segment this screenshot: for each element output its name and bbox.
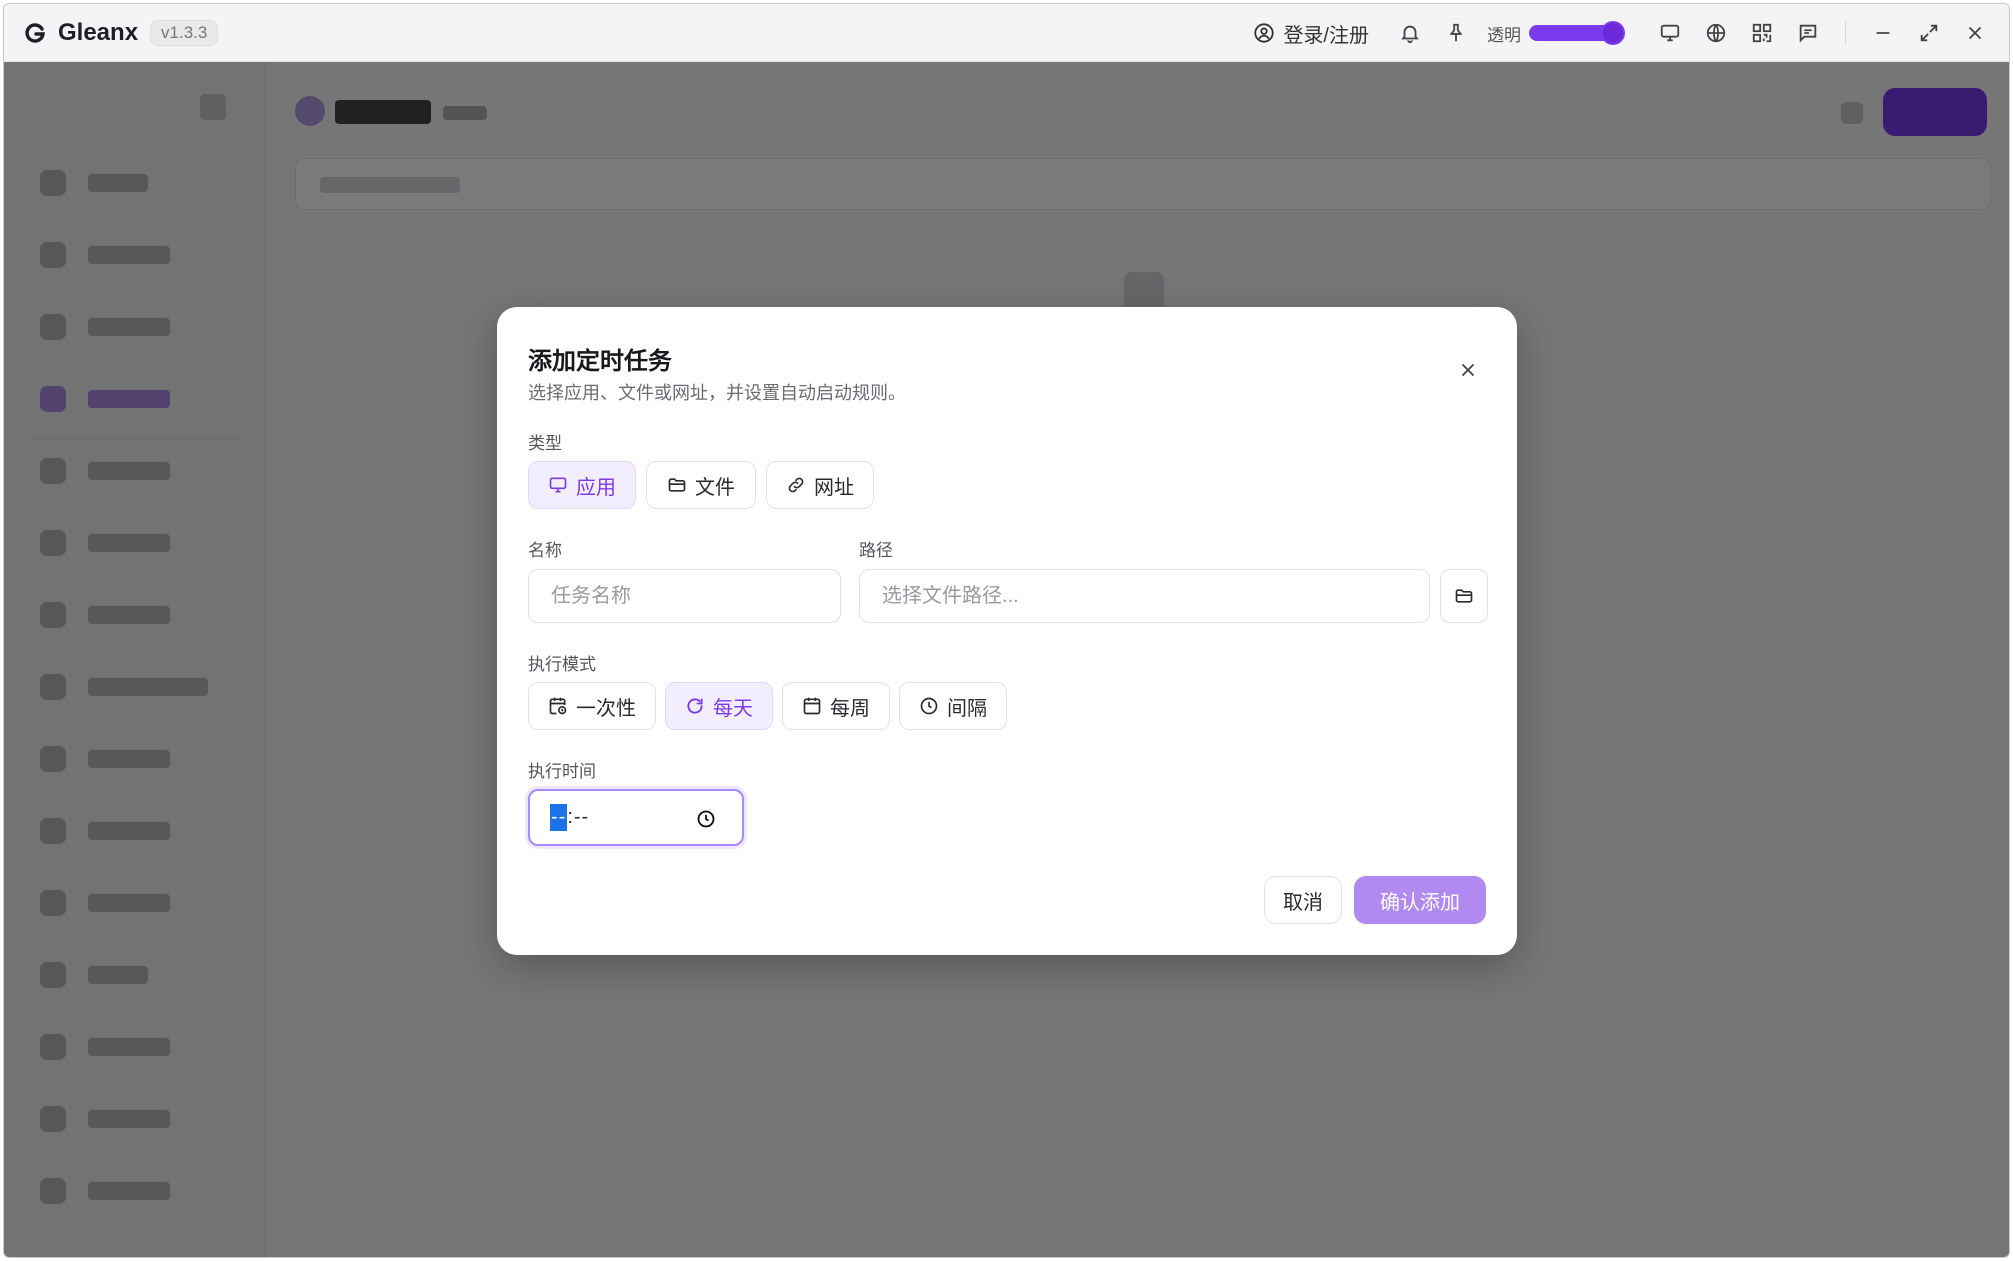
clock-icon: [920, 697, 938, 715]
user-circle-icon: [1254, 23, 1275, 43]
mode-daily-button[interactable]: 每天: [665, 682, 773, 730]
type-file-label: 文件: [695, 476, 735, 499]
confirm-add-button[interactable]: 确认添加: [1354, 876, 1486, 924]
name-label: 名称: [528, 541, 562, 560]
qr-code-icon[interactable]: [1750, 21, 1774, 45]
maximize-icon[interactable]: [1917, 21, 1941, 45]
dialog-description: 选择应用、文件或网址，并设置自动启动规则。: [528, 383, 906, 403]
titlebar-divider: [1845, 21, 1846, 45]
message-icon[interactable]: [1796, 21, 1820, 45]
mode-label: 执行模式: [528, 655, 596, 674]
monitor-icon[interactable]: [1658, 21, 1682, 45]
mode-interval-button[interactable]: 间隔: [899, 682, 1007, 730]
globe-icon[interactable]: [1704, 21, 1728, 45]
monitor-icon: [549, 477, 567, 493]
opacity-label: 透明: [1487, 25, 1521, 45]
folder-open-icon: [1455, 589, 1473, 603]
calendar-icon: [803, 697, 821, 715]
opacity-slider-handle[interactable]: [1601, 21, 1625, 45]
minimize-icon[interactable]: [1871, 21, 1895, 45]
cancel-button[interactable]: 取消: [1264, 876, 1342, 924]
clock-icon[interactable]: [696, 809, 716, 834]
mode-weekly-label: 每周: [830, 697, 870, 720]
execution-time-input[interactable]: -- :--: [528, 789, 744, 846]
login-button[interactable]: 登录/注册: [1253, 19, 1369, 48]
type-app-label: 应用: [576, 476, 616, 499]
task-name-input[interactable]: [551, 584, 840, 608]
add-task-dialog: 添加定时任务 选择应用、文件或网址，并设置自动启动规则。 类型 应用 文件 网址…: [497, 307, 1517, 955]
mode-once-label: 一次性: [576, 697, 636, 720]
type-label: 类型: [528, 434, 562, 453]
folder-icon: [668, 478, 686, 492]
link-icon: [788, 477, 804, 493]
path-label: 路径: [859, 541, 893, 560]
mode-weekly-button[interactable]: 每周: [782, 682, 890, 730]
type-app-button[interactable]: 应用: [528, 461, 636, 509]
path-field[interactable]: [859, 569, 1430, 623]
brand: Gleanx v1.3.3: [22, 18, 219, 47]
refresh-icon: [687, 698, 703, 714]
type-file-button[interactable]: 文件: [646, 461, 756, 509]
mode-once-button[interactable]: 一次性: [528, 682, 656, 730]
bell-icon[interactable]: [1398, 21, 1422, 45]
type-url-label: 网址: [814, 476, 854, 499]
opacity-slider[interactable]: [1529, 21, 1625, 45]
mode-interval-label: 间隔: [947, 697, 987, 720]
title-bar: Gleanx v1.3.3 登录/注册 透明: [4, 4, 2009, 62]
calendar-clock-icon: [549, 697, 567, 715]
close-window-icon[interactable]: [1963, 21, 1987, 45]
dialog-title: 添加定时任务: [528, 348, 672, 375]
type-url-button[interactable]: 网址: [766, 461, 874, 509]
mode-daily-label: 每天: [713, 697, 753, 720]
titlebar-actions: 登录/注册 透明: [1253, 4, 2009, 62]
browse-path-button[interactable]: [1440, 569, 1488, 623]
path-input[interactable]: [882, 584, 1429, 608]
login-label: 登录/注册: [1283, 24, 1369, 47]
app-name: Gleanx: [58, 18, 139, 46]
version-badge: v1.3.3: [150, 19, 219, 46]
task-name-field[interactable]: [528, 569, 841, 623]
gleanx-logo-icon: [22, 20, 48, 46]
pin-icon[interactable]: [1444, 21, 1468, 45]
time-label: 执行时间: [528, 762, 596, 781]
close-icon[interactable]: [1457, 359, 1479, 381]
time-minute-segment[interactable]: :--: [567, 806, 589, 829]
time-hour-segment[interactable]: --: [550, 804, 568, 831]
